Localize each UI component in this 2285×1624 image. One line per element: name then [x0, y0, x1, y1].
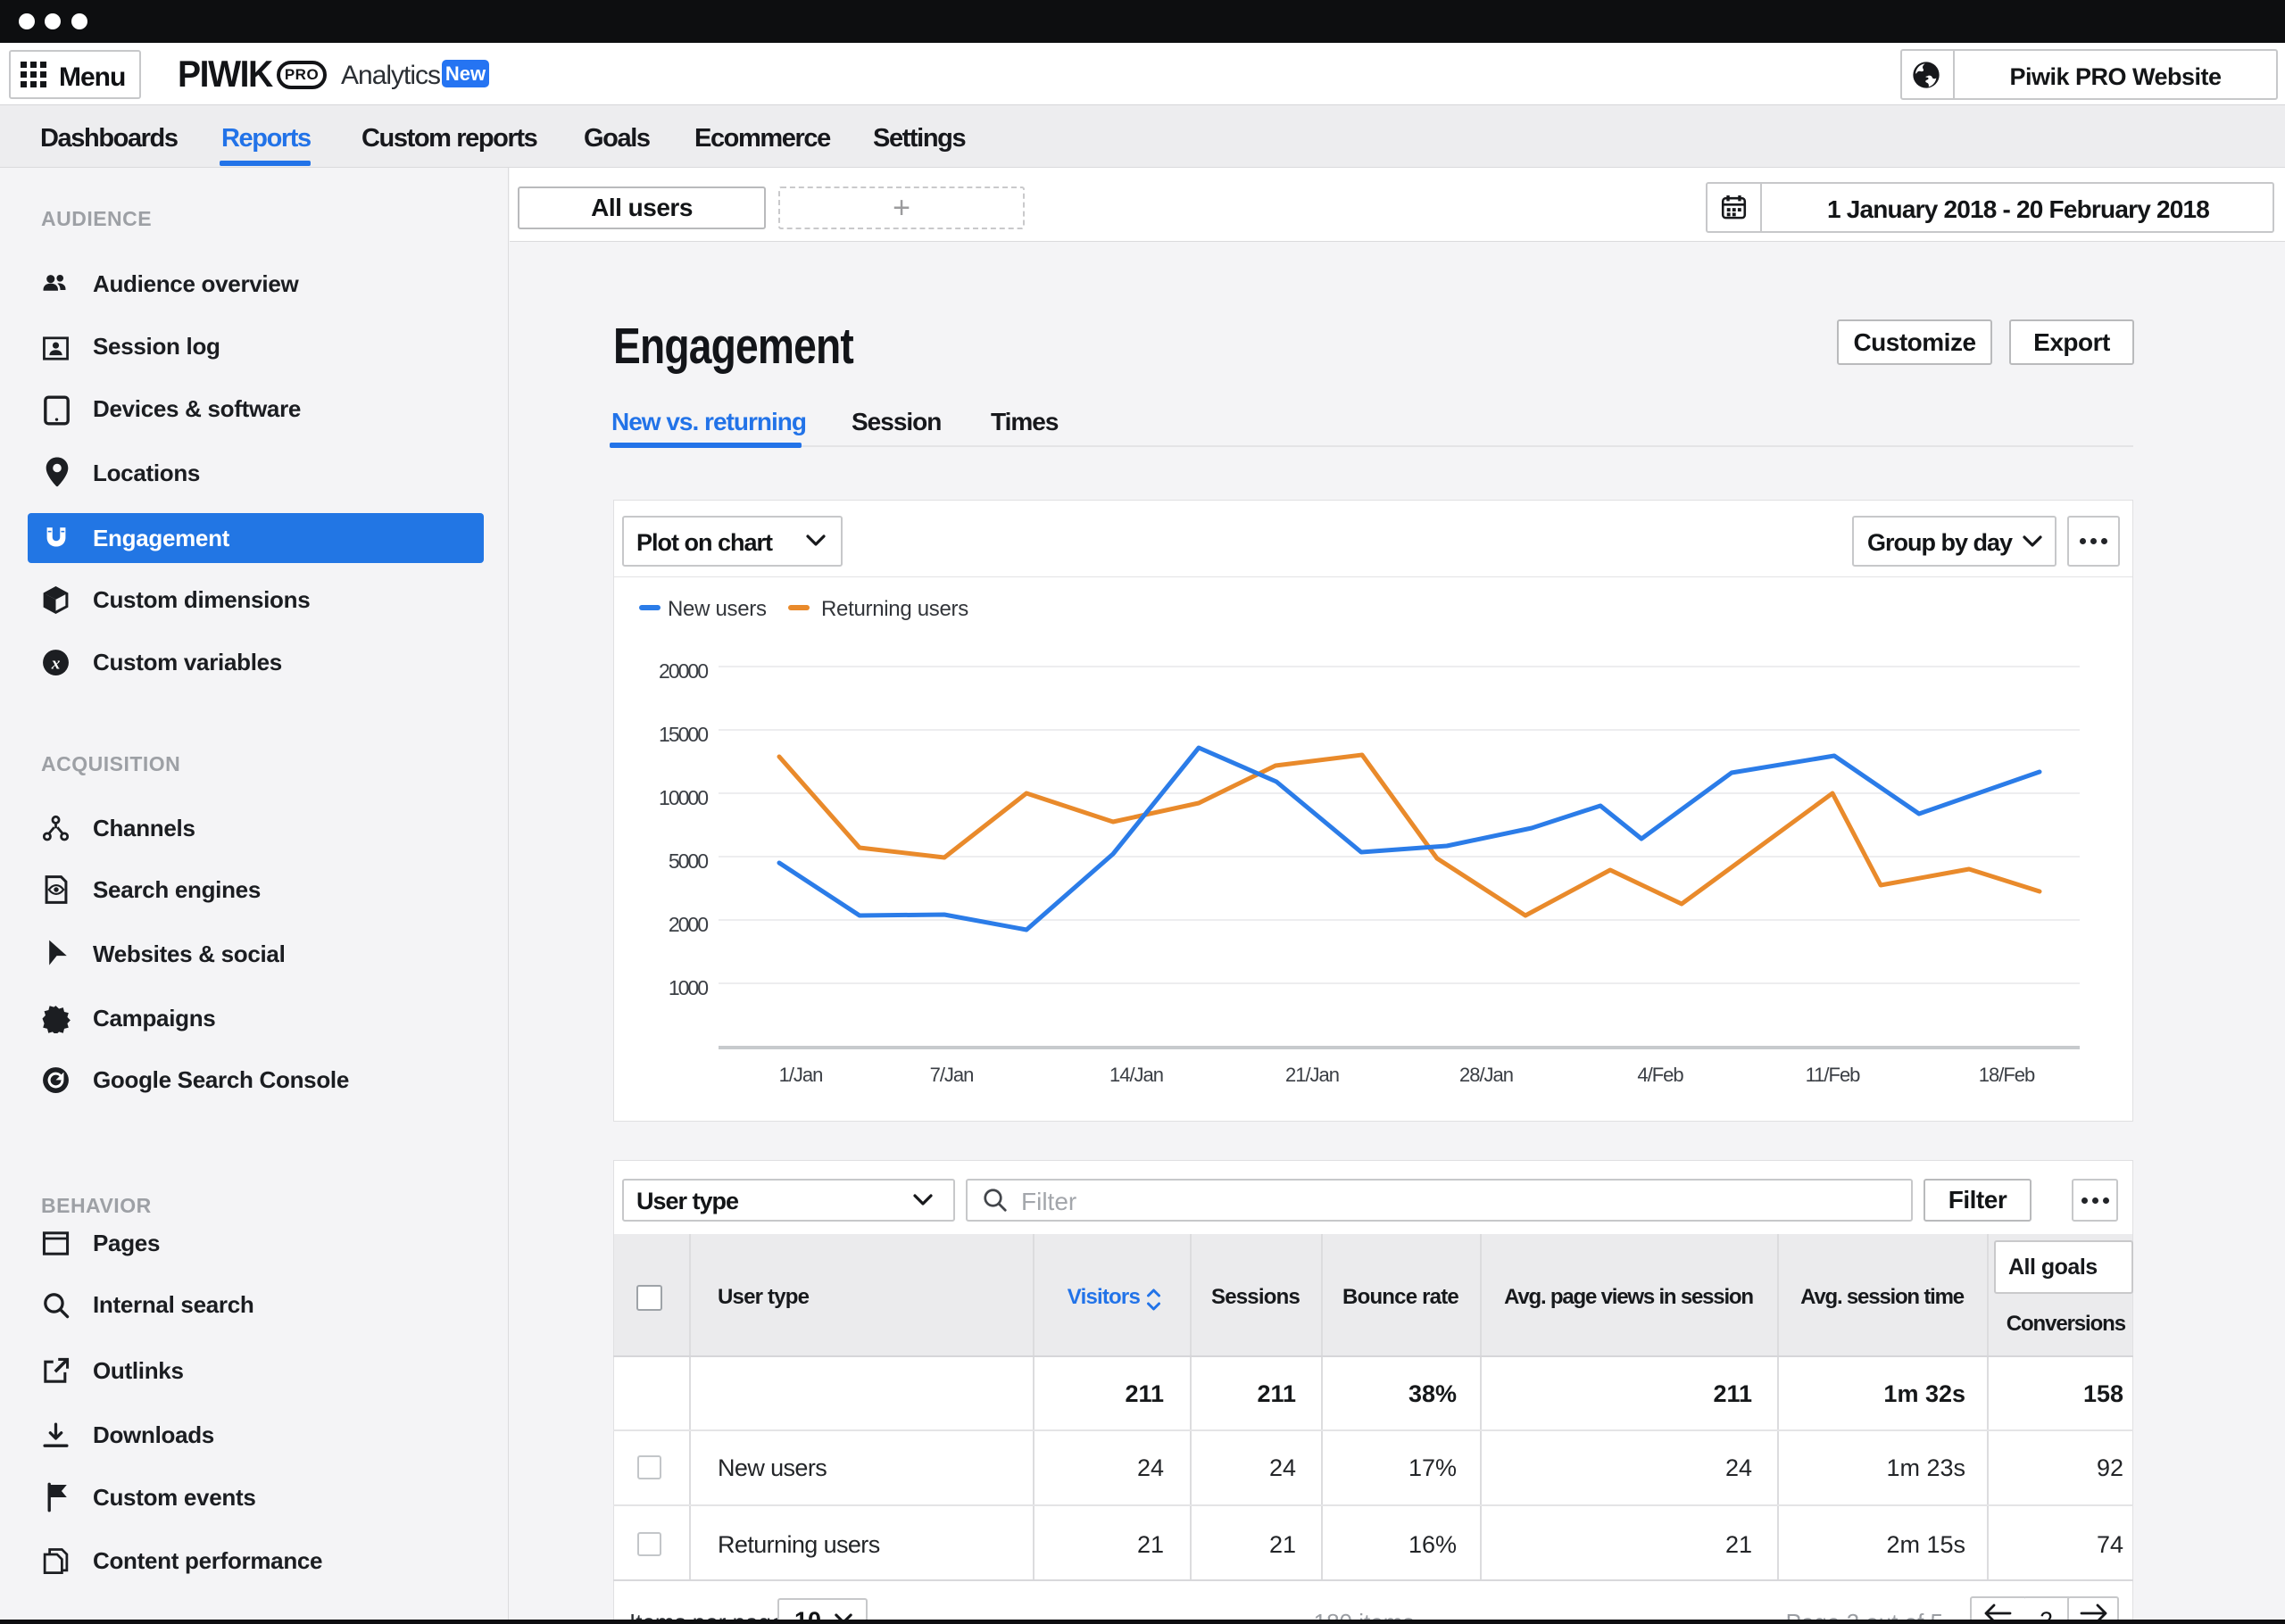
svg-text:14/Jan: 14/Jan	[1109, 1064, 1163, 1086]
svg-text:1000: 1000	[669, 976, 708, 999]
svg-text:11/Feb: 11/Feb	[1806, 1064, 1861, 1086]
svg-text:10000: 10000	[659, 786, 708, 809]
svg-text:1/Jan: 1/Jan	[779, 1064, 823, 1086]
svg-text:x: x	[50, 654, 60, 673]
svg-text:20000: 20000	[659, 659, 708, 683]
svg-text:5000: 5000	[669, 849, 708, 873]
svg-text:18/Feb: 18/Feb	[1979, 1064, 2035, 1086]
svg-text:2000: 2000	[669, 913, 708, 936]
svg-text:21/Jan: 21/Jan	[1285, 1064, 1339, 1086]
svg-text:7/Jan: 7/Jan	[930, 1064, 974, 1086]
svg-text:28/Jan: 28/Jan	[1459, 1064, 1513, 1086]
svg-text:4/Feb: 4/Feb	[1637, 1064, 1683, 1086]
svg-text:15000: 15000	[659, 723, 708, 746]
